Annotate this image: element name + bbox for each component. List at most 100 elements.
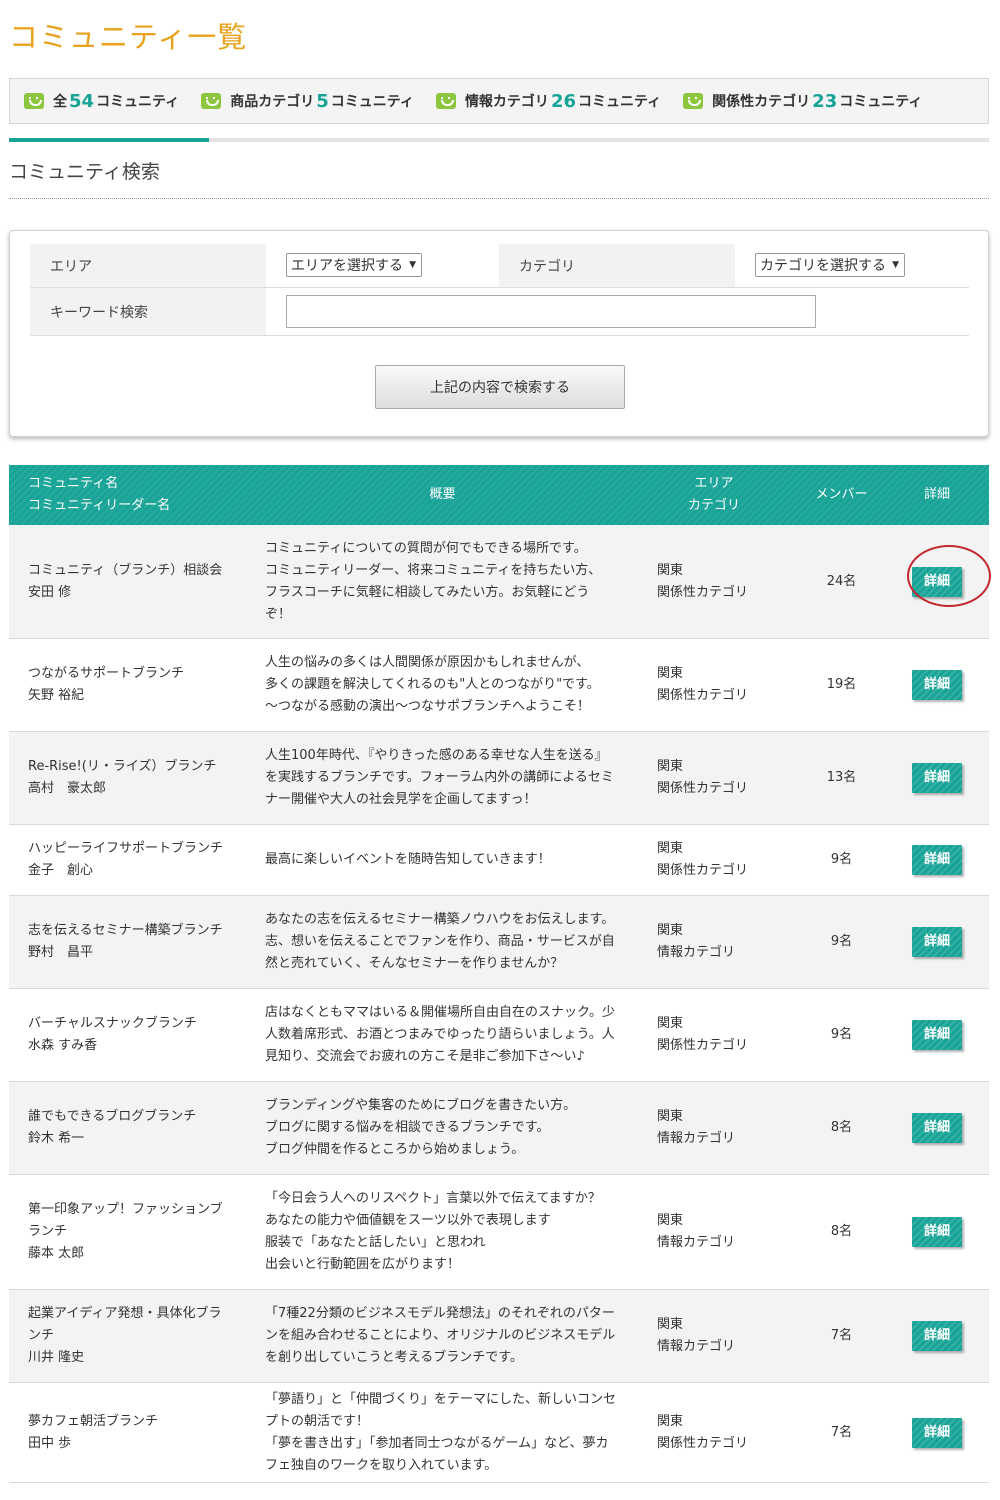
search-section-title: コミュニティ検索 bbox=[9, 161, 160, 183]
table-row: つながるサポートブランチ 矢野 裕紀 人生の悩みの多くは人間関係が原因かもしれません… bbox=[9, 639, 989, 732]
community-leader: 水森 すみ香 bbox=[28, 1038, 98, 1053]
community-members: 9名 bbox=[830, 1027, 853, 1042]
community-area: 関東 bbox=[657, 923, 684, 938]
detail-button[interactable]: 詳細 bbox=[912, 927, 962, 957]
dotted-divider bbox=[9, 198, 989, 199]
category-label: カテゴリ bbox=[499, 244, 735, 287]
community-name-part: 起業アイディア発想・具体化ブラ bbox=[28, 1306, 222, 1321]
detail-button[interactable]: 詳細 bbox=[912, 670, 962, 700]
community-members: 9名 bbox=[830, 852, 853, 867]
summary-count: 54 bbox=[69, 90, 95, 112]
community-summary-bar: 全 54 コミュニティ 商品カテゴリ 5 コミュニティ 情報カテゴリ 26 コミ… bbox=[9, 78, 989, 124]
community-desc-line: 「夢語り」と「仲間づくり」をテーマにした、新しいコンセ bbox=[265, 1391, 617, 1407]
community-desc-line: 最高に楽しいイベントを随時告知していきます！ bbox=[265, 852, 551, 867]
header-name: コミュニティ名 コミュニティリーダー名 bbox=[28, 465, 258, 525]
community-name: バーチャルスナックブランチ bbox=[28, 1016, 197, 1031]
community-members-cell: 13名 bbox=[799, 732, 884, 824]
smile-icon bbox=[201, 93, 222, 109]
summary-prefix: 全 bbox=[53, 94, 67, 110]
community-desc-cell: 人生100年時代、『やりきった感のある幸せな人生を送る』 を実践するブランチです。… bbox=[265, 732, 620, 824]
table-row: ハッピーライフサポートブランチ 金子 創心 最高に楽しいイベントを随時告知していきま… bbox=[9, 825, 989, 896]
community-detail-cell: 詳細 bbox=[897, 1290, 977, 1382]
detail-button[interactable]: 詳細 bbox=[912, 763, 962, 793]
community-category: 情報カテゴリ bbox=[657, 945, 736, 960]
detail-button[interactable]: 詳細 bbox=[912, 1417, 962, 1448]
community-area-cell: 関東 関係性カテゴリ bbox=[657, 639, 787, 731]
table-row: 志を伝えるセミナー構築ブランチ 野村 昌平 あなたの志を伝えるセミナー構築ノウハウを… bbox=[9, 896, 989, 989]
table-row: Re-Rise!(リ・ライズ）ブランチ 高村 豪太郎 人生100年時代、『やりきった… bbox=[9, 732, 989, 825]
table-row: 起業アイディア発想・具体化ブラ ンチ 川井 隆史 「7種22分類のビジネスモデル発想法… bbox=[9, 1290, 989, 1383]
header-detail: 詳細 bbox=[897, 465, 977, 525]
community-desc-line: コミュニティリーダー、将来コミュニティを持ちたい方、 bbox=[265, 562, 602, 578]
community-desc-line: あなたの能力や価値観をスーツ以外で表現します bbox=[265, 1213, 551, 1228]
keyword-input[interactable] bbox=[286, 295, 816, 328]
community-name-cell: Re-Rise!(リ・ライズ）ブランチ 高村 豪太郎 bbox=[28, 732, 258, 824]
header-detail-label: 詳細 bbox=[923, 487, 950, 502]
header-desc: 概要 bbox=[265, 465, 620, 525]
community-desc-line: 「夢を書き出す」「参加者同士つながるゲーム」など、夢カ bbox=[265, 1435, 609, 1451]
community-name-cell: コミュニティ（ブランチ）相談会 安田 修 bbox=[28, 525, 258, 638]
summary-count: 26 bbox=[550, 90, 576, 112]
community-area-cell: 関東 関係性カテゴリ bbox=[657, 525, 787, 638]
community-members: 8名 bbox=[830, 1120, 853, 1135]
summary-count: 5 bbox=[316, 90, 329, 112]
community-members: 8名 bbox=[830, 1224, 853, 1239]
community-detail-cell: 詳細 bbox=[897, 525, 977, 638]
community-desc-line: 志、想いを伝えることでファンを作り、商品・サービスが自 bbox=[265, 934, 615, 949]
community-name-cell: 誰でもできるブログブランチ 鈴木 希一 bbox=[28, 1082, 258, 1174]
community-category: 情報カテゴリ bbox=[657, 1235, 736, 1250]
community-leader: 川井 隆史 bbox=[28, 1350, 85, 1365]
detail-button[interactable]: 詳細 bbox=[912, 1020, 962, 1050]
detail-button[interactable]: 詳細 bbox=[912, 1113, 962, 1143]
community-leader: 金子 創心 bbox=[28, 863, 94, 878]
community-desc-line: ブログ仲間を作るところから始めましょう。 bbox=[265, 1142, 525, 1157]
header-area: エリア カテゴリ bbox=[649, 465, 779, 525]
summary-product-category: 商品カテゴリ 5 コミュニティ bbox=[201, 91, 414, 112]
detail-button[interactable]: 詳細 bbox=[912, 845, 962, 875]
summary-info-category: 情報カテゴリ 26 コミュニティ bbox=[435, 90, 662, 112]
community-desc-line: ブログに関する悩みを相談できるブランチです。 bbox=[265, 1120, 550, 1135]
community-name: コミュニティ（ブランチ）相談会 bbox=[28, 562, 223, 578]
summary-suffix: コミュニティ bbox=[578, 94, 662, 110]
community-desc-cell: 「夢語り」と「仲間づくり」をテーマにした、新しいコンセ プトの朝活です！ 「夢を書き… bbox=[265, 1383, 620, 1482]
community-desc-line: ～つながる感動の演出～つなサポブランチへようこそ！ bbox=[265, 699, 591, 714]
category-select-value: カテゴリを選択する bbox=[760, 258, 886, 274]
community-leader: 鈴木 希一 bbox=[28, 1131, 85, 1146]
search-submit-button[interactable]: 上記の内容で検索する bbox=[375, 365, 625, 409]
community-members: 9名 bbox=[830, 934, 853, 949]
community-desc-cell: 人生の悩みの多くは人間関係が原因かもしれませんが、 多くの課題を解決してくれるのも… bbox=[265, 639, 620, 731]
community-desc-line: あなたの志を伝えるセミナー構築ノウハウをお伝えします。 bbox=[265, 912, 615, 927]
community-area-cell: 関東 情報カテゴリ bbox=[657, 1175, 787, 1289]
header-members: メンバー bbox=[799, 465, 884, 525]
community-desc-line: ぞ！ bbox=[265, 606, 292, 622]
community-desc-line: フラスコーチに気軽に相談してみたい方。お気軽にどう bbox=[265, 584, 590, 600]
community-desc-line: フェ独自のワークを取り入れています。 bbox=[265, 1457, 498, 1473]
detail-button[interactable]: 詳細 bbox=[912, 1217, 962, 1247]
community-area-cell: 関東 関係性カテゴリ bbox=[657, 989, 787, 1081]
community-area: 関東 bbox=[657, 841, 684, 856]
community-area-cell: 関東 情報カテゴリ bbox=[657, 896, 787, 988]
community-name-part: 第一印象アップ！ファッションブ bbox=[28, 1202, 223, 1217]
summary-count: 23 bbox=[812, 90, 838, 112]
page-title: コミュニティ一覧 bbox=[9, 20, 248, 54]
detail-button[interactable]: 詳細 bbox=[912, 1321, 962, 1351]
community-name: ハッピーライフサポートブランチ bbox=[28, 841, 224, 856]
detail-button[interactable]: 詳細 bbox=[912, 566, 962, 597]
community-area: 関東 bbox=[657, 759, 684, 774]
table-header: コミュニティ名 コミュニティリーダー名 概要 エリア カテゴリ メンバー 詳細 bbox=[9, 465, 989, 525]
community-members-cell: 9名 bbox=[799, 825, 884, 895]
community-area: 関東 bbox=[657, 666, 684, 681]
community-name-cell: 志を伝えるセミナー構築ブランチ 野村 昌平 bbox=[28, 896, 258, 988]
community-area: 関東 bbox=[657, 1109, 684, 1124]
community-desc-line: 店はなくともママはいる＆開催場所自由自在のスナック。少 bbox=[265, 1005, 615, 1020]
area-select[interactable]: エリアを選択する ▼ bbox=[286, 253, 422, 277]
community-detail-cell: 詳細 bbox=[897, 825, 977, 895]
community-desc-line: 「7種22分類のビジネスモデル発想法」のそれぞれのパター bbox=[265, 1306, 615, 1321]
community-members: 13名 bbox=[826, 770, 857, 785]
category-select[interactable]: カテゴリを選択する ▼ bbox=[755, 253, 905, 277]
community-desc-cell: 店はなくともママはいる＆開催場所自由自在のスナック。少 人数着席形式、お酒とつまみ… bbox=[265, 989, 620, 1081]
community-desc-cell: 「7種22分類のビジネスモデル発想法」のそれぞれのパター ンを組み合わせることによ… bbox=[265, 1290, 620, 1382]
community-desc-line: を創り出していこうと考えるブランチです。 bbox=[265, 1350, 523, 1365]
community-name-cell: 起業アイディア発想・具体化ブラ ンチ 川井 隆史 bbox=[28, 1290, 258, 1382]
community-detail-cell: 詳細 bbox=[897, 1082, 977, 1174]
